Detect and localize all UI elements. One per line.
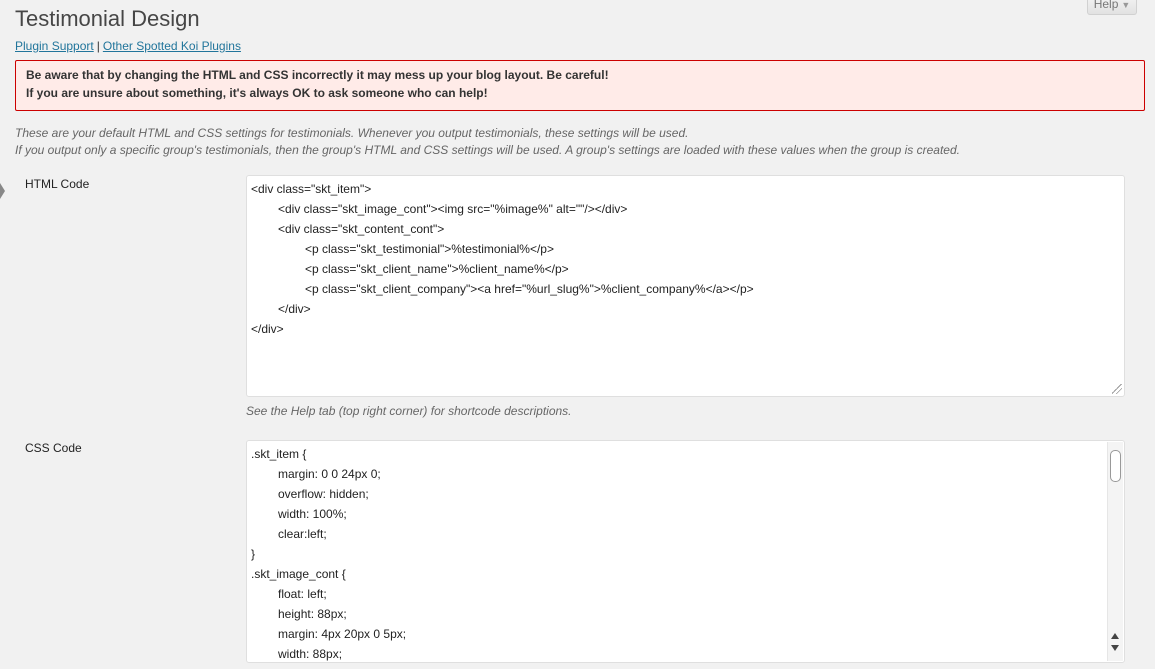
html-code-lines: <div class="skt_item"> <div class="skt_im… bbox=[247, 176, 1124, 341]
code-line: <p class="skt_testimonial">%testimonial%… bbox=[305, 242, 554, 256]
description-line-2: If you output only a specific group's te… bbox=[15, 143, 960, 157]
settings-description: These are your default HTML and CSS sett… bbox=[15, 125, 960, 159]
code-line: <div class="skt_content_cont"> bbox=[278, 222, 445, 236]
css-code-label: CSS Code bbox=[25, 441, 82, 455]
link-separator: | bbox=[96, 39, 100, 53]
other-plugins-link[interactable]: Other Spotted Koi Plugins bbox=[103, 39, 241, 53]
code-line: <div class="skt_item"> bbox=[251, 182, 372, 196]
resize-handle-icon[interactable] bbox=[1112, 384, 1122, 394]
code-line: overflow: hidden; bbox=[278, 487, 369, 501]
scroll-down-arrow-icon[interactable] bbox=[1111, 645, 1119, 651]
plugin-support-link[interactable]: Plugin Support bbox=[15, 39, 94, 53]
css-code-textarea[interactable]: .skt_item { margin: 0 0 24px 0; overflow: … bbox=[246, 440, 1125, 663]
plugin-links: Plugin Support | Other Spotted Koi Plugins bbox=[15, 39, 241, 53]
code-line: <p class="skt_client_name">%client_name%… bbox=[305, 262, 569, 276]
code-line: </div> bbox=[251, 322, 284, 336]
code-line: } bbox=[251, 547, 256, 561]
shortcode-hint: See the Help tab (top right corner) for … bbox=[246, 404, 572, 418]
code-line: <div class="skt_image_cont"><img src="%i… bbox=[278, 202, 628, 216]
description-line-1: These are your default HTML and CSS sett… bbox=[15, 126, 689, 140]
html-code-label: HTML Code bbox=[25, 177, 90, 191]
code-line: margin: 0 0 24px 0; bbox=[278, 467, 381, 481]
warning-line-1: Be aware that by changing the HTML and C… bbox=[26, 68, 609, 82]
code-line: width: 100%; bbox=[278, 507, 347, 521]
page-title: Testimonial Design bbox=[15, 6, 200, 31]
help-label: Help bbox=[1093, 0, 1119, 11]
code-line: .skt_image_cont { bbox=[251, 567, 346, 581]
code-line: </div> bbox=[278, 302, 311, 316]
code-line: .skt_item { bbox=[251, 447, 307, 461]
css-scrollbar[interactable] bbox=[1107, 442, 1123, 661]
code-line: <p class="skt_client_company"><a href="%… bbox=[305, 282, 754, 296]
collapse-arrow-icon[interactable] bbox=[0, 183, 5, 199]
help-tab-button[interactable]: Help ▼ bbox=[1087, 0, 1137, 15]
code-line: width: 88px; bbox=[278, 647, 343, 661]
css-code-lines: .skt_item { margin: 0 0 24px 0; overflow: … bbox=[247, 441, 1124, 662]
html-code-textarea[interactable]: <div class="skt_item"> <div class="skt_im… bbox=[246, 175, 1125, 397]
scroll-thumb[interactable] bbox=[1110, 450, 1121, 482]
warning-line-2: If you are unsure about something, it's … bbox=[26, 86, 488, 100]
scroll-up-arrow-icon[interactable] bbox=[1111, 633, 1119, 639]
code-line: clear:left; bbox=[278, 527, 327, 541]
code-line: margin: 4px 20px 0 5px; bbox=[278, 627, 407, 641]
code-line: float: left; bbox=[278, 587, 327, 601]
chevron-down-icon: ▼ bbox=[1121, 0, 1131, 10]
page: Testimonial Design Help ▼ Plugin Support |… bbox=[0, 0, 1155, 669]
warning-notice: Be aware that by changing the HTML and C… bbox=[15, 60, 1145, 111]
code-line: height: 88px; bbox=[278, 607, 347, 621]
